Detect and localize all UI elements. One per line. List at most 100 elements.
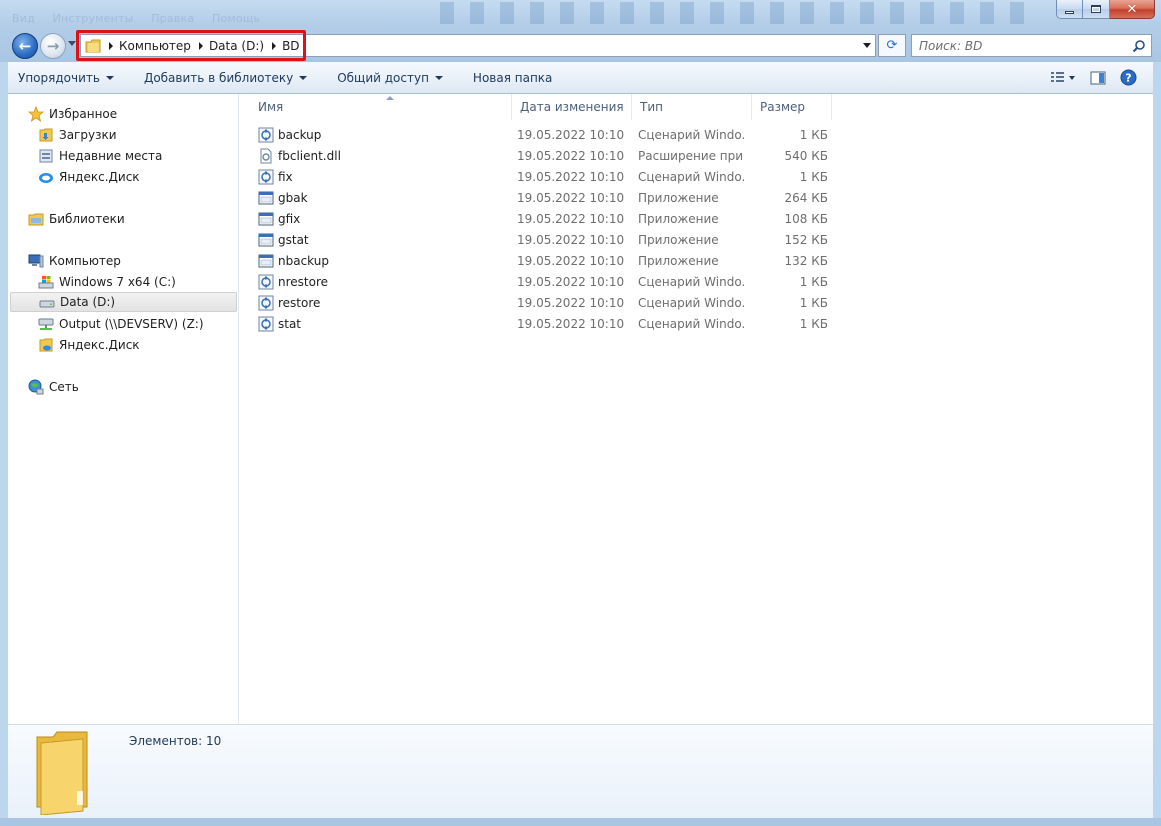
file-row[interactable]: fbclient.dll 19.05.2022 10:10 Расширение п…	[256, 146, 836, 167]
close-button[interactable]: ✕	[1110, 0, 1155, 19]
address-history-dropdown[interactable]	[863, 43, 871, 48]
share-button[interactable]: Общий доступ	[337, 71, 443, 85]
command-bar: Упорядочить Добавить в библиотеку Общий …	[8, 62, 1153, 94]
column-header-date[interactable]: Дата изменения	[512, 94, 632, 120]
breadcrumb-drive-d[interactable]: Data (D:)	[209, 39, 264, 53]
view-options-icon[interactable]	[1050, 71, 1076, 85]
background-ghost-toolbar	[440, 2, 1040, 24]
script-icon	[258, 316, 274, 332]
network-drive-icon	[38, 318, 54, 330]
nav-yandex-disk-favorite[interactable]: Яндекс.Диск	[38, 167, 140, 187]
file-type: Приложение	[638, 212, 719, 226]
background-ghost-menu: Вид Инструменты Правка Помощь	[12, 12, 274, 25]
refresh-button[interactable]: ⟳	[878, 34, 906, 57]
file-date-modified: 19.05.2022 10:10	[517, 275, 625, 289]
add-to-library-button[interactable]: Добавить в библиотеку	[143, 70, 308, 85]
file-date-modified: 19.05.2022 10:10	[517, 128, 625, 142]
file-size: 152 КБ	[784, 233, 828, 247]
details-pane: Элементов: 10	[8, 724, 1153, 818]
column-header-name-label: Имя	[258, 100, 284, 114]
file-row[interactable]: stat 19.05.2022 10:10 Сценарий Windo... 1 К…	[256, 314, 836, 335]
nav-drive-c[interactable]: Windows 7 x64 (C:)	[38, 272, 176, 292]
breadcrumb-computer[interactable]: Компьютер	[119, 39, 191, 53]
arrow-left-icon: ←	[18, 37, 32, 55]
star-icon	[28, 106, 44, 122]
ghost-menu-item: Правка	[151, 12, 195, 25]
file-size: 540 КБ	[784, 149, 828, 163]
file-size: 1 КБ	[799, 128, 828, 142]
address-bar[interactable]: Компьютер Data (D:) BD	[80, 34, 876, 57]
file-name: restore	[278, 296, 321, 310]
nav-libraries[interactable]: Библиотеки	[28, 209, 125, 229]
file-date-modified: 19.05.2022 10:10	[517, 233, 625, 247]
script-icon	[258, 295, 274, 311]
caption-buttons: ✕	[1056, 0, 1155, 19]
file-row[interactable]: nrestore 19.05.2022 10:10 Сценарий Windo..…	[256, 272, 836, 293]
arrow-right-icon: →	[46, 37, 60, 55]
file-row[interactable]: gstat 19.05.2022 10:10 Приложение 152 КБ	[256, 230, 836, 251]
file-date-modified: 19.05.2022 10:10	[517, 149, 625, 163]
file-size: 1 КБ	[799, 170, 828, 184]
file-size: 108 КБ	[784, 212, 828, 226]
maximize-button[interactable]	[1083, 0, 1110, 19]
column-header-type-label: Тип	[640, 100, 663, 114]
column-header-row: Имя Дата изменения Тип Размер	[240, 94, 1153, 120]
share-label: Общий доступ	[337, 70, 429, 85]
nav-yandex-disk[interactable]: Яндекс.Диск	[38, 335, 140, 355]
nav-network[interactable]: Сеть	[28, 377, 79, 397]
minimize-button[interactable]	[1056, 0, 1083, 19]
nav-favorites[interactable]: Избранное	[28, 104, 117, 124]
window-bottom-border	[0, 818, 1161, 826]
breadcrumb-separator[interactable]	[272, 41, 277, 50]
file-row[interactable]: gfix 19.05.2022 10:10 Приложение 108 КБ	[256, 209, 836, 230]
file-name: gbak	[278, 191, 308, 205]
column-header-type[interactable]: Тип	[632, 94, 752, 120]
nav-downloads[interactable]: Загрузки	[38, 125, 117, 145]
recent-pages-dropdown[interactable]	[68, 41, 76, 46]
back-button[interactable]: ←	[12, 33, 38, 59]
ghost-menu-item: Инструменты	[52, 12, 134, 25]
breadcrumb-separator[interactable]	[198, 41, 203, 50]
file-name: gfix	[278, 212, 301, 226]
file-type: Приложение	[638, 233, 719, 247]
help-icon[interactable]: ?	[1120, 69, 1137, 86]
organize-menu-button[interactable]: Упорядочить	[18, 71, 114, 85]
file-date-modified: 19.05.2022 10:10	[517, 317, 625, 331]
recent-places-icon	[39, 149, 53, 163]
network-icon	[28, 379, 44, 395]
minimize-icon	[1065, 10, 1074, 14]
file-row[interactable]: gbak 19.05.2022 10:10 Приложение 264 КБ	[256, 188, 836, 209]
main-area: Избранное Загрузки Недавние места Яндекс…	[8, 94, 1153, 724]
svg-text:?: ?	[1125, 72, 1131, 85]
search-input[interactable]: Поиск: BD	[919, 39, 982, 53]
forward-button[interactable]: →	[40, 33, 66, 59]
file-row[interactable]: fix 19.05.2022 10:10 Сценарий Windo... 1 КБ	[256, 167, 836, 188]
refresh-icon: ⟳	[886, 38, 898, 53]
file-date-modified: 19.05.2022 10:10	[517, 296, 625, 310]
file-row[interactable]: backup 19.05.2022 10:10 Сценарий Windo... 1…	[256, 125, 836, 146]
column-header-size[interactable]: Размер	[752, 94, 832, 120]
new-folder-button[interactable]: Новая папка	[473, 71, 552, 85]
folder-icon	[85, 39, 101, 52]
file-type: Приложение	[638, 191, 719, 205]
file-row[interactable]: restore 19.05.2022 10:10 Сценарий Windo...…	[256, 293, 836, 314]
file-date-modified: 19.05.2022 10:10	[517, 212, 625, 226]
file-type: Сценарий Windo...	[638, 317, 744, 331]
search-box[interactable]: Поиск: BD	[911, 34, 1152, 57]
app-icon	[258, 211, 274, 227]
close-icon: ✕	[1126, 1, 1138, 17]
column-header-name[interactable]: Имя	[250, 94, 512, 120]
file-type: Сценарий Windo...	[638, 296, 744, 310]
add-to-library-label: Добавить в библиотеку	[143, 70, 294, 85]
nav-favorites-label: Избранное	[49, 107, 118, 121]
file-row[interactable]: nbackup 19.05.2022 10:10 Приложение 132 КБ	[256, 251, 836, 272]
breadcrumb-bd[interactable]: BD	[282, 39, 299, 53]
nav-recent-places[interactable]: Недавние места	[38, 146, 162, 166]
preview-pane-icon[interactable]	[1090, 71, 1106, 85]
file-name: fix	[278, 170, 293, 184]
nav-computer[interactable]: Компьютер	[28, 251, 121, 271]
nav-drive-z[interactable]: Output (\\DEVSERV) (Z:)	[38, 314, 204, 334]
drive-icon	[39, 300, 55, 308]
nav-drive-d[interactable]: Data (D:)	[10, 292, 237, 312]
breadcrumb-separator[interactable]	[109, 41, 113, 50]
